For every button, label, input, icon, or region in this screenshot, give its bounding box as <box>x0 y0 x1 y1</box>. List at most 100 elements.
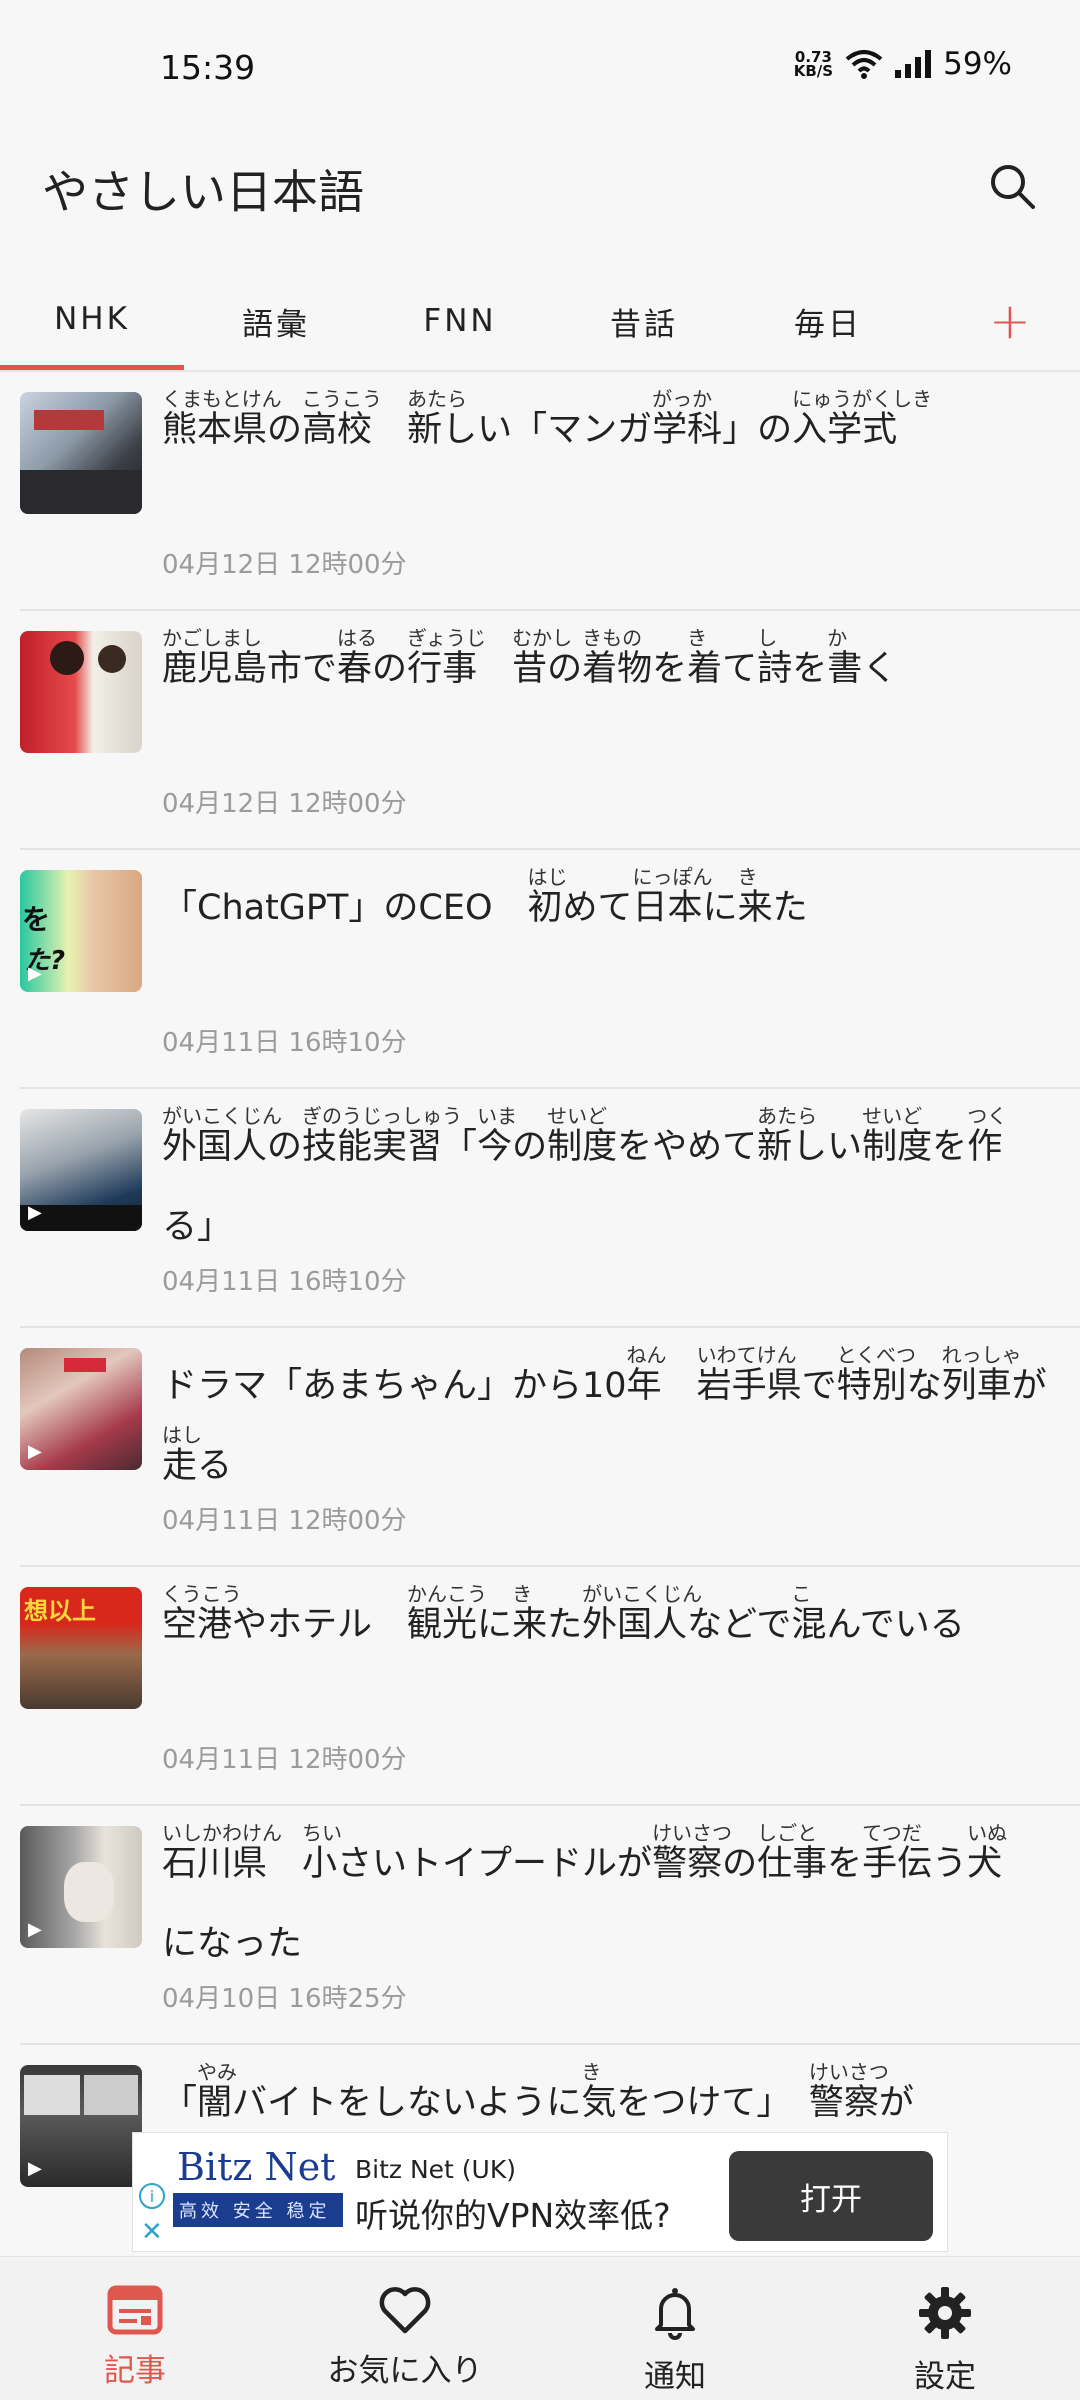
tab-folktales[interactable]: 昔話 <box>552 272 736 370</box>
article-item[interactable]: ▶ ドラマ「あまちゃん」から10年 ねん 岩手県 いわてけん で特別 とくべつ な列車 れっ… <box>20 1328 1080 1567</box>
headline-segment: の <box>547 629 582 709</box>
headline-text: の <box>512 1127 548 1167</box>
article-date: 04月11日 16時10分 <box>162 1267 407 1297</box>
nav-notifications-label: 通知 <box>644 2359 706 2395</box>
article-item[interactable]: を た? ▶ 「ChatGPT」のCEO 初はじ めて日本 にっぽん に来きた 04月… <box>20 850 1080 1089</box>
add-tab-button[interactable]: + <box>920 272 1080 370</box>
headline-text: 外国人 <box>582 1605 688 1645</box>
headline-segment: の <box>267 390 302 470</box>
furigana: いぬ <box>967 1821 1008 1845</box>
ad-source: Bitz Net (UK) <box>355 2155 516 2184</box>
headline-segment: く <box>862 629 897 709</box>
headline-text: 今 <box>477 1127 513 1167</box>
headline-text: 気 <box>581 2083 617 2123</box>
headline-text: 制度 <box>862 1127 933 1167</box>
article-date: 04月11日 12時00分 <box>162 1506 407 1536</box>
headline-text: 観光 <box>407 1605 478 1645</box>
headline-text: で <box>302 649 338 689</box>
headline-segment: る <box>197 1426 232 1506</box>
article-item[interactable]: 想以上 空港 くうこう やホテル 観光 かんこう に来きた外国人 がいこくじん などで混こん… <box>20 1567 1080 1806</box>
headline-segment: 着き <box>687 626 723 709</box>
status-bar: 15:39 0.73 KB/S 59% <box>0 0 1080 136</box>
article-item[interactable]: ▶ 石川県 いしかわけん 小ちい さいトイプードルが警察 けいさつ の仕事 しごと を手伝て… <box>20 1806 1080 2045</box>
nav-articles[interactable]: 記事 <box>0 2257 270 2400</box>
category-tabs: NHK 語彙 FNN 昔話 毎日 + <box>0 272 1080 372</box>
headline-text: 列車 <box>941 1366 1012 1406</box>
headline-segment: 観光 かんこう <box>407 1583 487 1665</box>
headline-segment: た <box>773 868 808 948</box>
headline-text: 高校 <box>302 410 373 450</box>
status-time: 15:39 <box>160 48 256 87</box>
headline-text: で <box>801 1366 837 1406</box>
article-date: 04月10日 16時25分 <box>162 1984 407 2014</box>
headline-segment: めて <box>563 868 633 948</box>
headline-text <box>372 410 407 450</box>
furigana: いしかわけん <box>162 1821 282 1845</box>
headline-text <box>477 649 512 689</box>
headline-segment: 外国人 がいこくじん <box>162 1105 282 1187</box>
newspaper-icon <box>107 2285 163 2335</box>
headline-segment: 春はる <box>337 627 377 709</box>
headline-text: 着物 <box>582 649 653 689</box>
tab-fnn[interactable]: FNN <box>368 272 552 370</box>
headline-text: う <box>932 1844 968 1884</box>
ad-open-button[interactable]: 打开 <box>729 2151 933 2241</box>
headline-text: 「ChatGPT」のCEO <box>162 888 528 928</box>
nav-favorites[interactable]: お気に入り <box>270 2257 540 2400</box>
info-icon[interactable]: i <box>139 2183 165 2209</box>
headline-text: の <box>547 649 583 689</box>
article-headline: 空港 くうこう やホテル 観光 かんこう に来きた外国人 がいこくじん などで混こんでいる <box>162 1582 1062 1665</box>
headline-text: て <box>722 649 758 689</box>
furigana: き <box>687 626 708 650</box>
furigana: くうこう <box>162 1582 242 1606</box>
furigana: がいこくじん <box>582 1582 703 1606</box>
close-icon[interactable]: ✕ <box>141 2217 163 2247</box>
headline-text: 「 <box>442 1127 478 1167</box>
bell-icon <box>655 2288 695 2340</box>
headline-text: 初 <box>527 888 563 928</box>
furigana: ぎょうじ <box>407 626 487 650</box>
furigana: がっか <box>652 387 713 411</box>
headline-segment: の <box>722 1824 757 1904</box>
furigana: ちい <box>302 1821 343 1845</box>
headline-segment <box>267 1824 302 1904</box>
furigana: き <box>512 1582 533 1606</box>
headline-text: く <box>862 649 898 689</box>
headline-segment: を <box>932 1107 967 1187</box>
furigana: とくべつ <box>836 1343 917 1367</box>
headline-segment: 「 <box>162 2063 197 2143</box>
furigana: かごしまし <box>162 626 262 650</box>
nav-notifications[interactable]: 通知 <box>540 2257 810 2400</box>
gear-icon <box>919 2287 971 2339</box>
furigana: くまもとけん <box>162 387 282 411</box>
headline-segment: 気き <box>581 2061 617 2143</box>
headline-segment: 警察 けいさつ <box>652 1822 732 1904</box>
headline-text: しい <box>792 1127 863 1167</box>
search-button[interactable] <box>972 146 1052 226</box>
tab-mainichi[interactable]: 毎日 <box>736 272 920 370</box>
headline-text: 来 <box>512 1605 548 1645</box>
headline-text: 着 <box>687 649 723 689</box>
article-thumbnail: ▶ <box>20 1826 142 1948</box>
headline-segment: 着物 きもの <box>582 627 653 709</box>
headline-text: 小 <box>302 1844 338 1884</box>
tab-vocabulary[interactable]: 語彙 <box>184 272 368 370</box>
headline-text: になった <box>162 1924 303 1964</box>
tab-nhk[interactable]: NHK <box>0 272 184 370</box>
nav-settings[interactable]: 設定 <box>810 2257 1080 2400</box>
headline-text: 空港 <box>162 1605 233 1645</box>
headline-segment: 今いま <box>477 1105 517 1187</box>
headline-segment: 詩し <box>757 627 792 709</box>
ad-banner[interactable]: i ✕ Bitz Net 高效 安全 稳定 Bitz Net (UK) 听说你的… <box>132 2132 948 2252</box>
furigana: てつだ <box>862 1821 922 1845</box>
article-thumbnail: を た? ▶ <box>20 870 142 992</box>
headline-segment: を <box>792 629 827 709</box>
headline-text <box>662 1366 697 1406</box>
status-icons: 0.73 KB/S 59% <box>794 46 1012 82</box>
headline-text: な <box>906 1366 942 1406</box>
headline-segment: 手伝 てつだ <box>862 1821 932 1904</box>
article-item[interactable]: 熊本県 くまもとけん の高校 こうこう 新あたら しい「マンガ学科 がっか 」の入学式 にゅう… <box>20 372 1080 611</box>
headline-segment: 岩手県 いわてけん <box>697 1344 802 1426</box>
article-item[interactable]: 鹿児島市 かごしまし で春 はる の行事 ぎょうじ 昔むかし の着物 きもの を着きて詩しを書か… <box>20 611 1080 850</box>
article-item[interactable]: ▶ 外国人 がいこくじん の技能実習 ぎのうじっしゅう 「今 いま の制度 せいど をやめて新あ… <box>20 1089 1080 1328</box>
